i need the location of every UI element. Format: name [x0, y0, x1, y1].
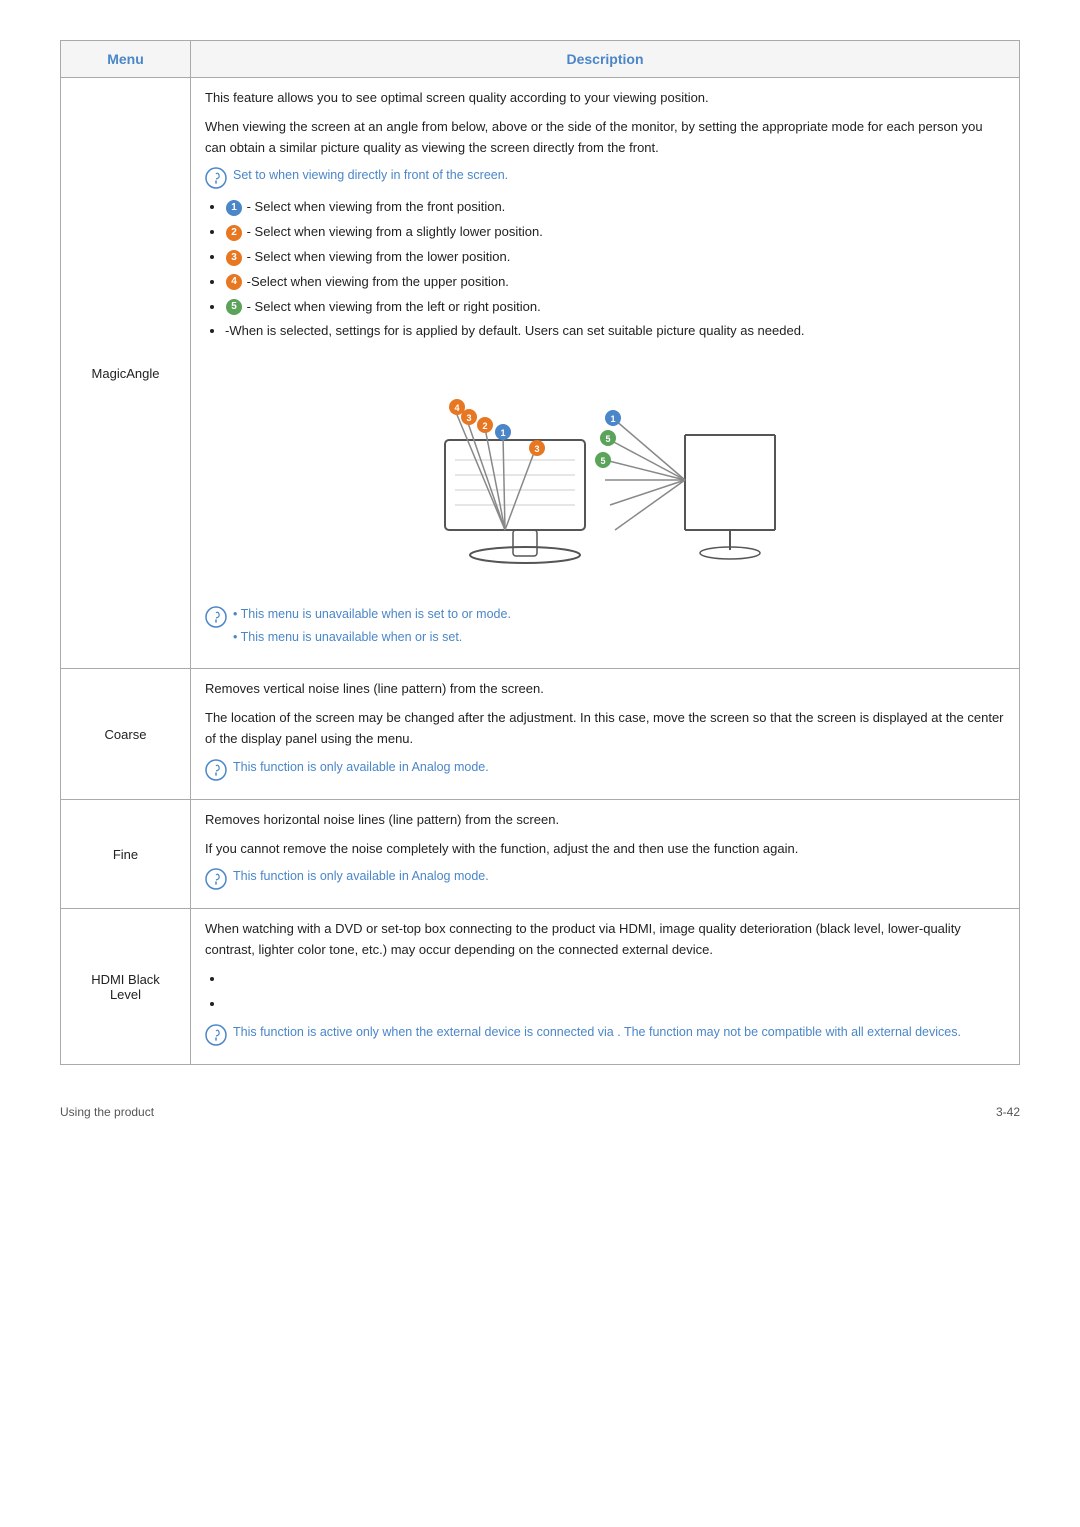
magic-note-set-text: Set to when viewing directly in front of…: [233, 166, 508, 185]
fine-note: This function is only available in Analo…: [205, 867, 1005, 890]
col-menu-header: Menu: [61, 41, 191, 78]
svg-text:4: 4: [454, 403, 459, 413]
svg-text:3: 3: [534, 444, 539, 454]
fine-intro1: Removes horizontal noise lines (line pat…: [205, 810, 1005, 831]
badge-1: 1: [226, 200, 242, 216]
svg-text:5: 5: [605, 434, 610, 444]
hdmi-intro1: When watching with a DVD or set-top box …: [205, 919, 1005, 961]
magic-bullets: 1 - Select when viewing from the front p…: [225, 197, 1005, 342]
magic-note-bottom: • This menu is unavailable when is set t…: [205, 605, 1005, 651]
desc-cell-3: When watching with a DVD or set-top box …: [191, 909, 1020, 1064]
table-row-2: Fine Removes horizontal noise lines (line…: [61, 799, 1020, 909]
bullet-4: 5 - Select when viewing from the left or…: [225, 297, 1005, 318]
magic-note-1: • This menu is unavailable when or is se…: [233, 628, 511, 647]
fine-note-text: This function is only available in Analo…: [233, 867, 489, 886]
page-content: Menu Description MagicAngle This feature …: [60, 40, 1020, 1065]
badge-4: 4: [226, 274, 242, 290]
hdmi-bullet-0: [225, 969, 1005, 990]
footer-right: 3-42: [996, 1105, 1020, 1119]
svg-text:2: 2: [482, 421, 487, 431]
note-icon: [205, 868, 227, 890]
menu-cell-0: MagicAngle: [61, 78, 191, 669]
magic-note-set: Set to when viewing directly in front of…: [205, 166, 1005, 189]
svg-text:5: 5: [600, 456, 605, 466]
hdmi-bullets: [225, 969, 1005, 1015]
col-desc-header: Description: [191, 41, 1020, 78]
desc-cell-0: This feature allows you to see optimal s…: [191, 78, 1020, 669]
fine-intro2: If you cannot remove the noise completel…: [205, 839, 1005, 860]
table-row-1: Coarse Removes vertical noise lines (line…: [61, 669, 1020, 799]
desc-cell-2: Removes horizontal noise lines (line pat…: [191, 799, 1020, 909]
bullet-3: 4 -Select when viewing from the upper po…: [225, 272, 1005, 293]
hdmi-note: This function is active only when the ex…: [205, 1023, 1005, 1046]
note-icon: [205, 759, 227, 781]
magic-intro1: This feature allows you to see optimal s…: [205, 88, 1005, 109]
main-table: Menu Description MagicAngle This feature …: [60, 40, 1020, 1065]
bullet-2: 3 - Select when viewing from the lower p…: [225, 247, 1005, 268]
table-row-3: HDMI Black Level When watching with a DVD…: [61, 909, 1020, 1064]
bullet-custom: -When is selected, settings for is appli…: [225, 321, 1005, 342]
coarse-note-text: This function is only available in Analo…: [233, 758, 489, 777]
menu-cell-2: Fine: [61, 799, 191, 909]
badge-5: 5: [226, 299, 242, 315]
note-icon: [205, 1024, 227, 1046]
coarse-intro2: The location of the screen may be change…: [205, 708, 1005, 750]
note-icon: [205, 606, 227, 628]
badge-3: 3: [226, 250, 242, 266]
magic-note-0: • This menu is unavailable when is set t…: [233, 605, 511, 624]
magic-diagram: 4 3 2 1 3: [205, 360, 1005, 587]
svg-text:1: 1: [610, 414, 615, 424]
svg-text:3: 3: [466, 413, 471, 423]
magic-notes-list: • This menu is unavailable when is set t…: [233, 605, 511, 651]
coarse-intro1: Removes vertical noise lines (line patte…: [205, 679, 1005, 700]
page-footer: Using the product 3-42: [60, 1105, 1020, 1119]
magic-intro2: When viewing the screen at an angle from…: [205, 117, 1005, 159]
footer-left: Using the product: [60, 1105, 154, 1119]
table-row-0: MagicAngle This feature allows you to see…: [61, 78, 1020, 669]
hdmi-note-text: This function is active only when the ex…: [233, 1023, 961, 1042]
note-icon: [205, 167, 227, 189]
svg-text:1: 1: [500, 428, 505, 438]
bullet-0: 1 - Select when viewing from the front p…: [225, 197, 1005, 218]
menu-cell-3: HDMI Black Level: [61, 909, 191, 1064]
badge-2: 2: [226, 225, 242, 241]
menu-cell-1: Coarse: [61, 669, 191, 799]
desc-cell-1: Removes vertical noise lines (line patte…: [191, 669, 1020, 799]
hdmi-bullet-1: [225, 994, 1005, 1015]
coarse-note: This function is only available in Analo…: [205, 758, 1005, 781]
bullet-1: 2 - Select when viewing from a slightly …: [225, 222, 1005, 243]
